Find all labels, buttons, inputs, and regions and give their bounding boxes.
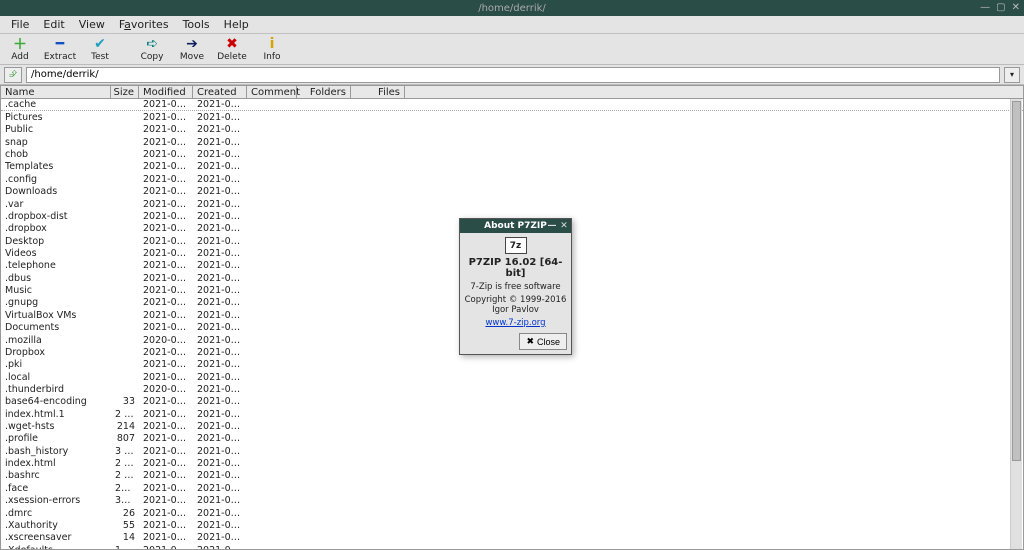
table-row[interactable]: .profile8072021-02-10 03...2021-02-10 03… [1,433,1023,445]
table-row[interactable]: snap2021-02-11 19...2021-02-11 19... [1,136,1023,148]
plus-icon: ＋ [13,37,27,52]
table-row[interactable]: .face275 6102021-02-11 17...2021-02-11 1… [1,482,1023,494]
col-created[interactable]: Created [193,86,247,98]
menubar: File Edit View Favorites Tools Help [0,16,1024,34]
extract-button[interactable]: ━ Extract [42,35,78,64]
move-button[interactable]: ➔ Move [174,35,210,64]
table-row[interactable]: index.html.12 3902021-02-11 23...2021-02… [1,408,1023,420]
table-row[interactable]: chob2021-02-11 22...2021-02-11 22... [1,148,1023,160]
col-name[interactable]: Name [1,86,111,98]
window-title: /home/derrik/ [478,3,546,14]
table-row[interactable]: .config2021-02-12 04...2021-02-12 04... [1,173,1023,185]
table-row[interactable]: .thunderbird2020-03-28 01...2021-02-11 0… [1,383,1023,395]
table-header: Name Size Modified Created Comment Folde… [0,85,1024,99]
table-row[interactable]: .xsession-errors35 0992021-02-12 04...20… [1,495,1023,507]
table-row[interactable]: .cache2021-02-11 20...2021-02-11 20... [1,99,1023,111]
menu-edit[interactable]: Edit [36,16,71,33]
arrow-right-icon: ➪ [146,37,158,52]
table-row[interactable]: .var2021-02-11 17...2021-02-11 17... [1,198,1023,210]
info-icon: i [270,37,275,52]
table-row[interactable]: .local2021-02-11 01...2021-02-11 01... [1,371,1023,383]
table-row[interactable]: Templates2021-02-11 01...2021-02-11 01..… [1,161,1023,173]
arrow-right-solid-icon: ➔ [186,37,198,52]
col-files[interactable]: Files [351,86,405,98]
dialog-body: 7z P7ZIP 16.02 [64-bit] 7-Zip is free so… [460,233,571,354]
menu-favorites[interactable]: Favorites [112,16,176,33]
copy-button[interactable]: ➪ Copy [134,35,170,64]
menu-view[interactable]: View [72,16,112,33]
table-row[interactable]: .dmrc262021-02-11 01...2021-02-11 01... [1,507,1023,519]
address-dropdown[interactable]: ▾ [1004,67,1020,83]
dialog-copyright: Copyright © 1999-2016 Igor Pavlov [464,295,567,315]
col-size[interactable]: Size [111,86,139,98]
dialog-link[interactable]: www.7-zip.org [485,318,545,328]
close-icon[interactable]: ✕ [1012,3,1020,13]
menu-help[interactable]: Help [217,16,256,33]
dialog-line1: 7-Zip is free software [470,282,560,292]
table-row[interactable]: .pki2021-02-11 06...2021-02-11 06... [1,359,1023,371]
dialog-close-button[interactable]: ✖ Close [519,333,567,350]
menu-tools[interactable]: Tools [176,16,217,33]
window-buttons: — ▢ ✕ [980,3,1020,13]
dialog-minimize-icon[interactable]: — [547,221,557,231]
add-button[interactable]: ＋ Add [2,35,38,64]
address-input[interactable] [26,67,1000,83]
test-button[interactable]: ✔ Test [82,35,118,64]
dialog-titlebar[interactable]: About P7ZIP — ✕ [460,219,571,233]
dialog-close-icon[interactable]: ✕ [559,221,569,231]
x-icon: ✖ [226,37,238,52]
table-row[interactable]: Public2021-02-11 01...2021-02-11 01... [1,124,1023,136]
table-row[interactable]: .wget-hsts2142021-02-11 06...2021-02-11 … [1,420,1023,432]
maximize-icon[interactable]: ▢ [996,3,1005,13]
col-folders[interactable]: Folders [297,86,351,98]
table-row[interactable]: base64-encoding332021-02-11 20...2021-02… [1,396,1023,408]
about-dialog: About P7ZIP — ✕ 7z P7ZIP 16.02 [64-bit] … [459,218,572,355]
table-row[interactable]: .bash_history3 9992021-02-11 23...2021-0… [1,445,1023,457]
addressbar: ⮵ ▾ [0,65,1024,85]
info-button[interactable]: i Info [254,35,290,64]
close-x-icon: ✖ [526,336,534,347]
window-titlebar: /home/derrik/ — ▢ ✕ [0,0,1024,16]
scrollbar[interactable] [1010,99,1022,549]
table-row[interactable]: index.html2 3902021-02-11 23...2021-02-1… [1,457,1023,469]
toolbar: ＋ Add ━ Extract ✔ Test ➪ Copy ➔ Move ✖ D… [0,34,1024,65]
table-row[interactable]: .Xdefaults1 6002021-02-10 03...2021-02-1… [1,544,1023,550]
7z-icon: 7z [505,237,527,254]
col-comment[interactable]: Comment [247,86,297,98]
up-button[interactable]: ⮵ [4,67,22,83]
table-row[interactable]: .Xauthority552021-02-11 17...2021-02-11 … [1,519,1023,531]
scrollbar-thumb[interactable] [1012,101,1021,461]
minus-icon: ━ [56,37,64,52]
menu-file[interactable]: File [4,16,36,33]
col-modified[interactable]: Modified [139,86,193,98]
table-row[interactable]: .xscreensaver142021-02-10 03...2021-02-1… [1,532,1023,544]
delete-button[interactable]: ✖ Delete [214,35,250,64]
table-row[interactable]: Downloads2021-02-11 23...2021-02-11 23..… [1,186,1023,198]
table-row[interactable]: Pictures2021-02-12 04...2021-02-12 04... [1,111,1023,123]
table-row[interactable]: .bashrc2 6462021-02-11 21...2021-02-11 2… [1,470,1023,482]
minimize-icon[interactable]: — [980,3,990,13]
check-icon: ✔ [94,37,106,52]
dialog-heading: P7ZIP 16.02 [64-bit] [464,257,567,279]
